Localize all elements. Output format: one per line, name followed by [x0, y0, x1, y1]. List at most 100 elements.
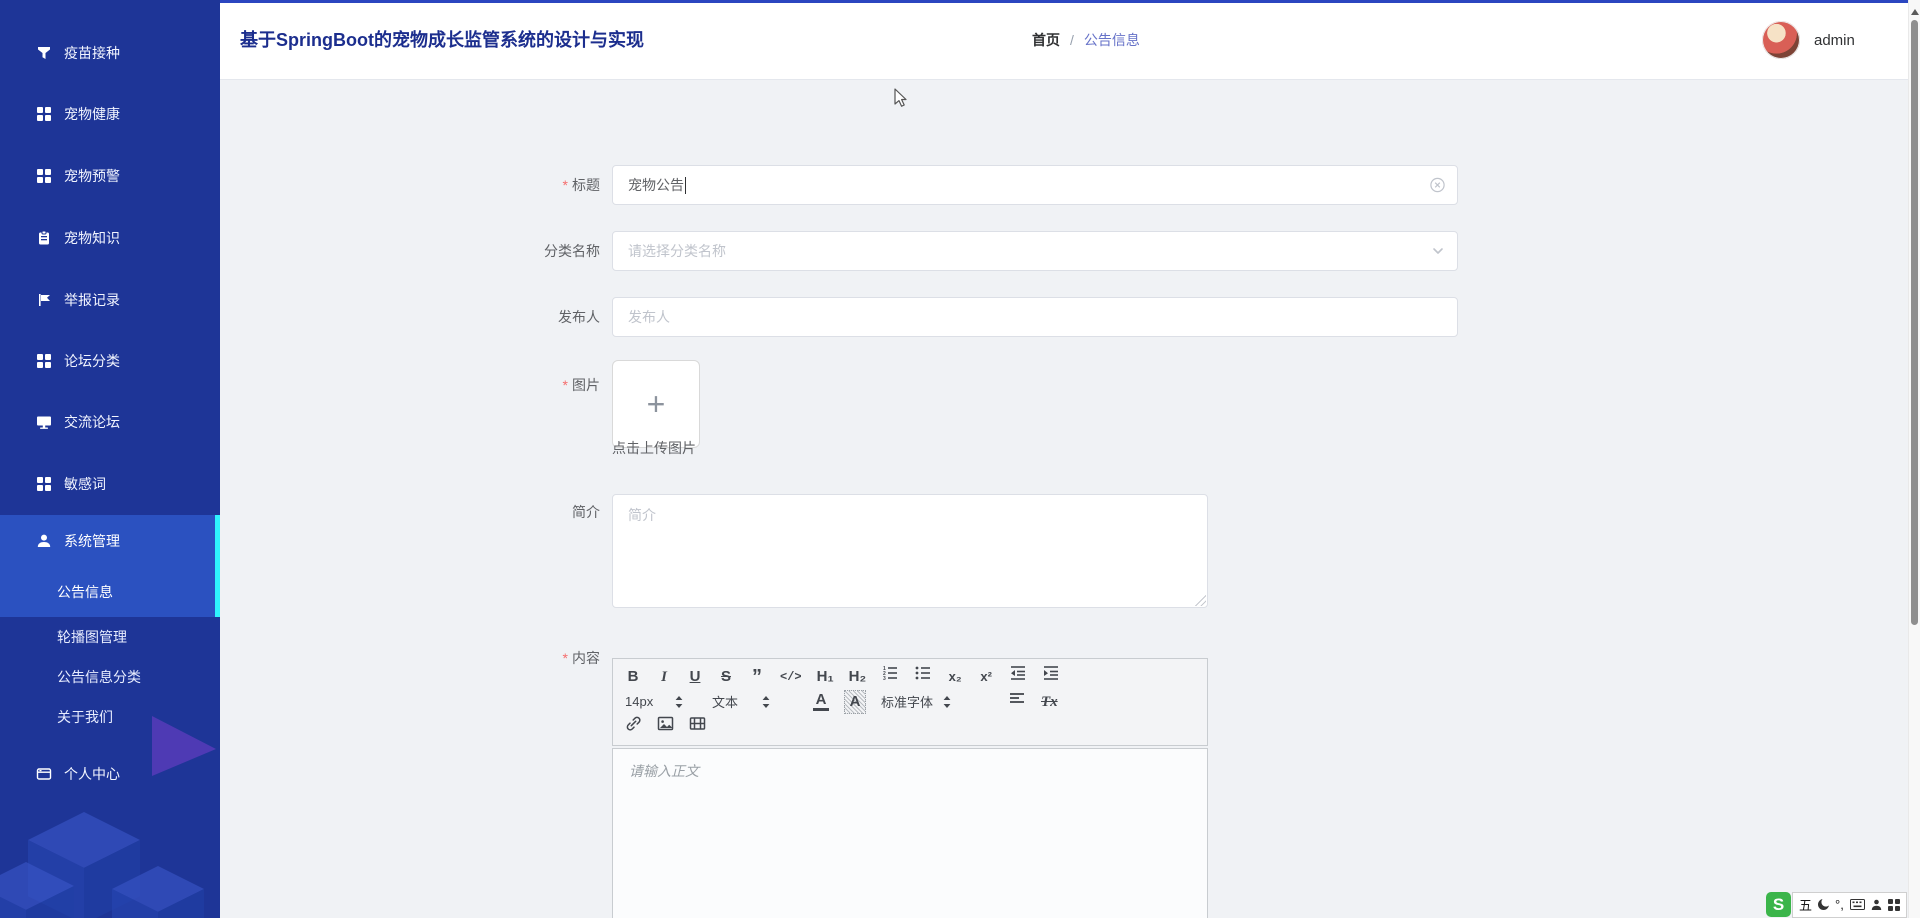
outdent-icon[interactable] — [1009, 664, 1027, 689]
sidebar-subitem-label: 关于我们 — [57, 707, 113, 727]
align-icon[interactable] — [1008, 689, 1026, 714]
top-header: 基于SpringBoot的宠物成长监管系统的设计与实现 首页 / 公告信息 ad… — [220, 0, 1908, 80]
decor-cube — [0, 862, 74, 918]
scrollbar-up-arrow[interactable] — [1911, 5, 1919, 15]
keyboard-icon[interactable] — [1850, 899, 1865, 910]
font-size-value: 14px — [625, 694, 665, 709]
sidebar-item-label: 论坛分类 — [64, 351, 120, 371]
sidebar-item-report-records[interactable]: 举报记录 — [0, 270, 220, 330]
chevron-down-icon — [1431, 244, 1445, 258]
sidebar-item-forum-category[interactable]: 论坛分类 — [0, 331, 220, 391]
user-menu[interactable]: admin — [1762, 0, 1855, 80]
bullet-list-icon[interactable] — [914, 664, 932, 689]
person-icon[interactable] — [1871, 899, 1882, 910]
link-icon[interactable] — [625, 715, 642, 739]
sidebar-item-vaccine[interactable]: 疫苗接种 — [0, 23, 220, 83]
sidebar-item-system-management[interactable]: 系统管理 — [0, 515, 220, 566]
sidebar-subitem-announcement-info[interactable]: 公告信息 — [0, 566, 220, 617]
field-label-content: *内容 — [460, 648, 600, 668]
code-block-button[interactable]: </> — [780, 666, 802, 688]
editor-content-area[interactable]: 请输入正文 — [612, 748, 1208, 918]
title-input[interactable]: 宠物公告 — [612, 165, 1458, 205]
breadcrumb-home[interactable]: 首页 — [1032, 30, 1060, 50]
toolbox-icon[interactable] — [1888, 899, 1900, 911]
blockquote-button[interactable]: ” — [749, 670, 765, 684]
image-icon[interactable] — [657, 715, 674, 739]
circle-close-icon[interactable] — [1430, 178, 1445, 193]
font-size-picker[interactable]: 14px — [625, 694, 697, 709]
text-color-button[interactable]: A — [813, 692, 829, 711]
italic-button[interactable]: I — [656, 666, 672, 688]
superscript-button[interactable]: x² — [978, 666, 994, 688]
decor-cube — [112, 866, 204, 918]
required-mark: * — [563, 377, 568, 393]
monitor-icon — [36, 414, 52, 430]
sidebar-item-label: 系统管理 — [64, 531, 120, 551]
intro-textarea[interactable] — [612, 494, 1208, 608]
breadcrumb: 首页 / 公告信息 — [1032, 0, 1140, 80]
text-caret — [685, 177, 686, 194]
ime-toolbar: 五 °, — [1792, 892, 1907, 918]
vaccine-icon — [36, 45, 52, 61]
font-family-value: 标准字体 — [881, 692, 933, 711]
bold-button[interactable]: B — [625, 666, 641, 688]
sidebar-item-label: 举报记录 — [64, 290, 120, 310]
required-mark: * — [563, 177, 568, 193]
header-picker-value: 文本 — [712, 692, 752, 711]
category-placeholder: 请选择分类名称 — [628, 241, 726, 261]
user-avatar[interactable] — [1762, 21, 1800, 59]
sogou-ime-bar: S 五 °, — [1766, 892, 1907, 917]
page-title: 基于SpringBoot的宠物成长监管系统的设计与实现 — [240, 0, 644, 80]
updown-arrows-icon — [675, 696, 683, 708]
header2-button[interactable]: H₂ — [849, 666, 867, 688]
strike-button[interactable]: S — [718, 666, 734, 688]
plus-icon: + — [647, 386, 666, 423]
sidebar-subitem-about-us[interactable]: 关于我们 — [0, 697, 220, 737]
active-indicator-bar — [215, 515, 220, 617]
editor-toolbar-row-2: 14px 文本 A A 标准字体 Tx — [625, 689, 1195, 714]
background-color-button[interactable]: A — [844, 690, 866, 714]
category-select[interactable]: 请选择分类名称 — [612, 231, 1458, 271]
sidebar-item-pet-knowledge[interactable]: 宠物知识 — [0, 208, 220, 268]
clear-format-button[interactable]: Tx — [1041, 691, 1058, 713]
flag-icon — [36, 292, 52, 308]
scrollbar-thumb[interactable] — [1911, 20, 1918, 625]
grid-icon — [36, 476, 52, 492]
wubi-mode-button[interactable]: 五 — [1799, 895, 1812, 914]
header1-button[interactable]: H₁ — [817, 666, 834, 688]
indent-icon[interactable] — [1042, 664, 1060, 689]
clipboard-icon — [36, 230, 52, 246]
sidebar-item-label: 疫苗接种 — [64, 43, 120, 63]
video-icon[interactable] — [689, 715, 706, 739]
sidebar-item-label: 宠物健康 — [64, 104, 120, 124]
sogou-logo[interactable]: S — [1766, 892, 1791, 917]
subscript-button[interactable]: x₂ — [947, 666, 963, 688]
updown-arrows-icon — [762, 696, 770, 708]
sidebar-group-system: 系统管理 公告信息 — [0, 515, 220, 617]
font-family-picker[interactable]: 标准字体 — [881, 692, 993, 711]
sidebar-subitem-announcement-category[interactable]: 公告信息分类 — [0, 657, 220, 697]
sidebar-item-pet-warning[interactable]: 宠物预警 — [0, 146, 220, 206]
breadcrumb-current: 公告信息 — [1084, 30, 1140, 50]
editor-placeholder: 请输入正文 — [629, 763, 699, 779]
field-label-title: *标题 — [460, 175, 600, 195]
sidebar-item-forum[interactable]: 交流论坛 — [0, 392, 220, 452]
sidebar-subitem-carousel-management[interactable]: 轮播图管理 — [0, 617, 220, 657]
field-label-publisher: 发布人 — [460, 307, 600, 327]
image-upload-box[interactable]: + — [612, 360, 700, 448]
publisher-input[interactable] — [612, 297, 1458, 337]
ordered-list-icon[interactable]: 123 — [881, 664, 899, 689]
sidebar-item-sensitive-words[interactable]: 敏感词 — [0, 454, 220, 514]
mouse-cursor — [893, 88, 913, 110]
editor-toolbar-row-3 — [625, 715, 1195, 740]
sidebar-subitem-label: 轮播图管理 — [57, 627, 127, 647]
header-picker[interactable]: 文本 — [712, 692, 798, 711]
sidebar-item-pet-health[interactable]: 宠物健康 — [0, 84, 220, 144]
breadcrumb-separator: / — [1070, 32, 1074, 48]
user-icon — [36, 533, 52, 549]
sidebar: 疫苗接种 宠物健康 宠物预警 宠物知识 举报记录 论坛分类 交流论坛 敏感词 — [0, 0, 220, 918]
moon-icon[interactable] — [1818, 899, 1829, 910]
punctuation-mode-button[interactable]: °, — [1835, 897, 1844, 912]
underline-button[interactable]: U — [687, 666, 703, 688]
sidebar-item-label: 宠物预警 — [64, 166, 120, 186]
